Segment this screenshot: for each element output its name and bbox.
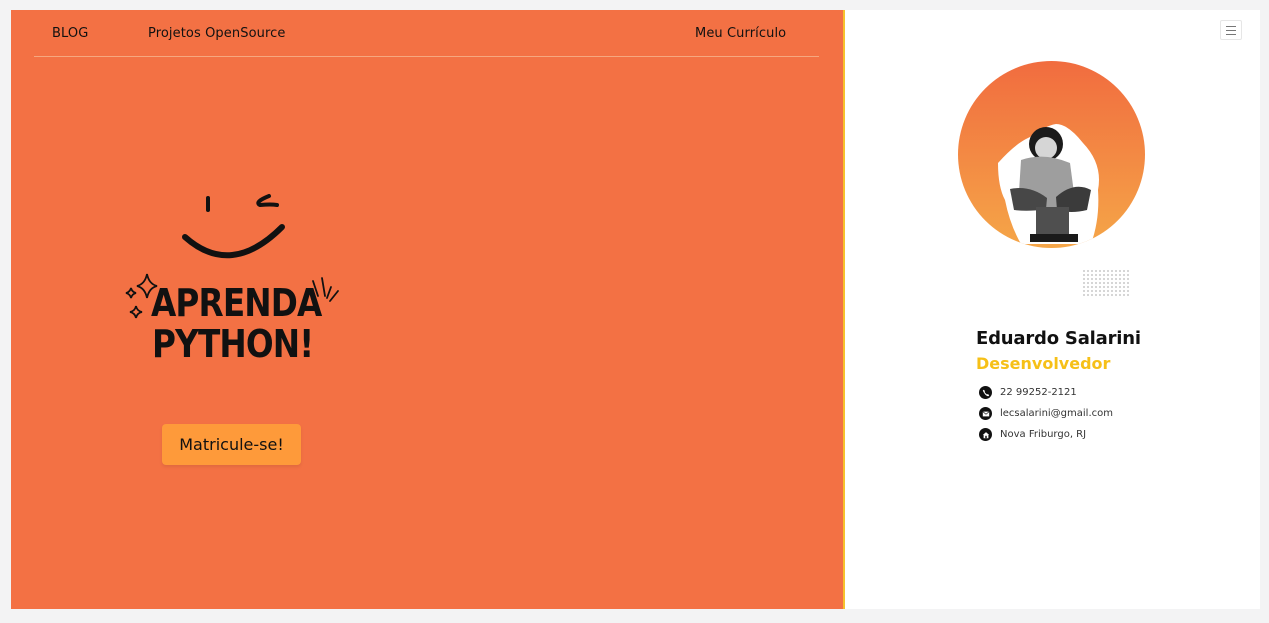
profile-card: Eduardo Salarini Desenvolvedor 22 99252-… [845,10,1260,609]
profile-role: Desenvolvedor [976,354,1111,373]
location-text: Nova Friburgo, RJ [1000,429,1087,440]
python-hero-illustration: APRENDA PYTHON! [111,180,351,410]
enroll-button[interactable]: Matricule-se! [162,424,301,465]
hero-title: APRENDA PYTHON! [151,281,322,366]
contact-email: lecsalarini@gmail.com [979,403,1113,424]
contact-location: Nova Friburgo, RJ [979,424,1113,445]
hero-title-line-1: APRENDA [151,281,322,325]
email-text: lecsalarini@gmail.com [1000,408,1113,419]
nav-projects-link[interactable]: Projetos OpenSource [148,26,285,41]
nav-blog-link[interactable]: BLOG [52,26,88,41]
contact-list: 22 99252-2121 lecsalarini@gmail.com Nova… [979,382,1113,445]
menu-button[interactable] [1220,20,1242,40]
decorative-dots [1082,269,1130,297]
person-photo-icon [998,124,1099,244]
page-frame: BLOG Projetos OpenSource Meu Currículo A… [11,10,1260,609]
hero-panel: BLOG Projetos OpenSource Meu Currículo A… [11,10,845,609]
email-icon [979,407,992,420]
menu-icon [1226,25,1236,27]
hero-title-line-2: PYTHON! [152,322,314,366]
home-icon [979,428,992,441]
nav-cv-link[interactable]: Meu Currículo [695,26,786,41]
contact-phone: 22 99252-2121 [979,382,1113,403]
phone-text: 22 99252-2121 [1000,387,1077,398]
top-navigation: BLOG Projetos OpenSource Meu Currículo [34,10,819,57]
profile-name: Eduardo Salarini [976,328,1141,349]
phone-icon [979,386,992,399]
profile-avatar [958,61,1145,248]
